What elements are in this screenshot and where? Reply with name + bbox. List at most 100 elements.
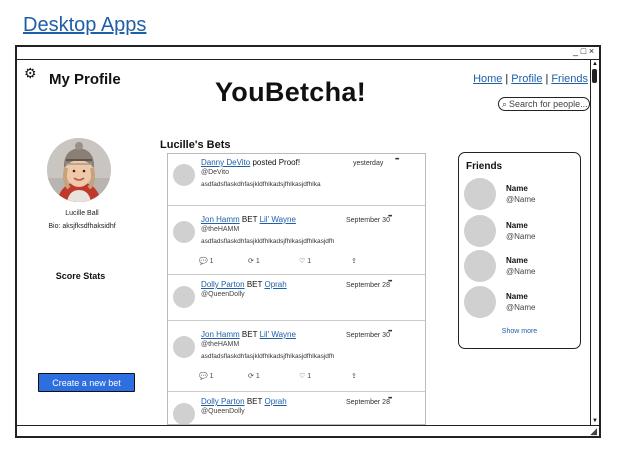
scroll-down-icon[interactable]: ▼ — [592, 418, 598, 424]
window-controls: _ □ × — [572, 46, 596, 56]
bet-verb: BET — [246, 280, 263, 289]
nav-link-home[interactable]: Home — [473, 73, 502, 85]
bet-headline: Jon Hamm BET Lil' Wayne — [201, 330, 296, 339]
share-icon[interactable]: ⇪ — [351, 372, 357, 380]
bet-user-link[interactable]: Dolly Parton — [201, 280, 245, 289]
friend-name: Name — [506, 292, 528, 301]
profile-avatar[interactable] — [47, 138, 111, 202]
create-bet-button[interactable]: Create a new bet — [38, 373, 135, 392]
bet-user-link[interactable]: Jon Hamm — [201, 215, 240, 224]
profile-heading: My Profile — [49, 71, 121, 88]
friend-avatar[interactable] — [464, 250, 496, 282]
friend-avatar[interactable] — [464, 286, 496, 318]
comment-icon: 💬 — [199, 373, 208, 380]
search-placeholder: Search for people... — [509, 99, 588, 109]
bet-user-handle: @DeVito — [201, 169, 229, 176]
friend-name: Name — [506, 256, 528, 265]
like-count: 1 — [307, 258, 312, 265]
like-action[interactable]: ♡ 1 — [299, 372, 311, 380]
resize-grip-icon[interactable]: ◢ — [590, 426, 597, 437]
profile-bio: Bio: aksjfksdfhaksidhf — [48, 223, 116, 230]
bet-item[interactable]: Danny DeVito posted Proof! @DeVito asdfad… — [168, 154, 425, 206]
app-logo: YouBetcha! — [215, 77, 367, 107]
comment-action[interactable]: 💬 1 — [199, 257, 214, 265]
friend-handle: @Name — [506, 195, 536, 204]
close-icon[interactable]: × — [588, 46, 596, 56]
comment-action[interactable]: 💬 1 — [199, 372, 214, 380]
bet-headline: Dolly Parton BET Oprah — [201, 397, 287, 406]
bet-date: September 30 — [346, 332, 390, 339]
bet-user-avatar[interactable] — [173, 336, 195, 358]
friend-name: Name — [506, 184, 528, 193]
search-input[interactable]: ⌕ Search for people... — [498, 97, 590, 111]
maximize-icon[interactable]: □ — [580, 46, 588, 56]
nav-link-friends[interactable]: Friends — [551, 73, 588, 85]
profile-name: Lucille Ball — [65, 210, 99, 217]
bet-verb: BET — [246, 397, 263, 406]
bet-user-link[interactable]: Jon Hamm — [201, 330, 240, 339]
repost-action[interactable]: ⟳ 1 — [248, 257, 260, 265]
bet-item[interactable]: Dolly Parton BET Oprah @QueenDolly Septemb… — [168, 393, 425, 424]
nav-separator: | — [505, 73, 509, 85]
friend-item[interactable]: Name @Name — [464, 178, 574, 212]
like-count: 1 — [307, 373, 312, 380]
minimize-icon[interactable]: _ — [572, 46, 580, 56]
score-stats-heading: Score Stats — [55, 271, 106, 281]
bet-user-avatar[interactable] — [173, 221, 195, 243]
bet-target-link[interactable]: Lil' Wayne — [260, 330, 296, 339]
bet-verb: BET — [241, 215, 258, 224]
search-icon: ⌕ — [502, 98, 508, 109]
bet-headline: Jon Hamm BET Lil' Wayne — [201, 215, 296, 224]
window-titlebar: _ □ × — [17, 46, 599, 60]
bet-item[interactable]: Jon Hamm BET Lil' Wayne @theHAMM asdfadsfl… — [168, 322, 425, 392]
friend-item[interactable]: Name @Name — [464, 286, 574, 320]
nav-link-profile[interactable]: Profile — [511, 73, 542, 85]
show-more-link[interactable]: Show more — [459, 328, 580, 335]
like-action[interactable]: ♡ 1 — [299, 257, 311, 265]
bet-user-avatar[interactable] — [173, 403, 195, 424]
bet-text: asdfadsflaskdhfasjkldfhlkadsjfhlkasjdfhl… — [201, 238, 335, 245]
heart-icon: ♡ — [299, 373, 306, 380]
page-title[interactable]: Desktop Apps — [23, 14, 146, 37]
comment-icon: 💬 — [199, 258, 208, 265]
bet-text: asdfadsflaskdhfasjkldfhlkadsjfhlkasjdfhl… — [201, 181, 321, 188]
bet-item[interactable]: Jon Hamm BET Lil' Wayne @theHAMM asdfadsfl… — [168, 207, 425, 275]
scrollbar-thumb[interactable] — [592, 69, 597, 83]
scroll-up-icon[interactable]: ▲ — [592, 61, 598, 67]
more-options-icon[interactable]: ••• — [395, 157, 399, 163]
bet-user-avatar[interactable] — [173, 164, 195, 186]
profile-photo — [47, 138, 111, 202]
repost-action[interactable]: ⟳ 1 — [248, 372, 260, 380]
repost-icon: ⟳ — [248, 258, 254, 265]
more-options-icon[interactable]: ••• — [388, 396, 392, 402]
friend-handle: @Name — [506, 232, 536, 241]
gear-icon[interactable]: ⚙ — [24, 65, 37, 82]
bet-text: asdfadsflaskdhfasjkldfhlkadsjfhlkasjdfhl… — [201, 353, 335, 360]
friends-panel: Friends Show more Name @Name Name @Name Name… — [458, 152, 581, 349]
bet-user-handle: @theHAMM — [201, 226, 240, 233]
bet-user-avatar[interactable] — [173, 286, 195, 308]
friend-avatar[interactable] — [464, 215, 496, 247]
bet-user-link[interactable]: Dolly Parton — [201, 397, 245, 406]
bet-target-link[interactable]: Oprah — [264, 280, 286, 289]
friend-avatar[interactable] — [464, 178, 496, 210]
bet-date: September 30 — [346, 217, 390, 224]
window-statusbar: ◢ — [17, 425, 599, 436]
app-window: _ □ × ▲ ▼ ◢ ⚙ My Profile YouBetcha! Home | P… — [15, 45, 601, 438]
bets-feed[interactable]: Danny DeVito posted Proof! @DeVito asdfad… — [167, 153, 426, 425]
friend-item[interactable]: Name @Name — [464, 215, 574, 249]
bet-target-link[interactable]: Lil' Wayne — [260, 215, 296, 224]
more-options-icon[interactable]: ••• — [388, 279, 392, 285]
more-options-icon[interactable]: ••• — [388, 214, 392, 220]
vertical-scrollbar[interactable]: ▲ ▼ — [590, 60, 599, 425]
bet-verb: BET — [241, 330, 258, 339]
bet-verb: posted Proof! — [252, 158, 301, 167]
share-icon[interactable]: ⇪ — [351, 257, 357, 265]
bet-target-link[interactable]: Oprah — [264, 397, 286, 406]
bet-headline: Dolly Parton BET Oprah — [201, 280, 287, 289]
friend-item[interactable]: Name @Name — [464, 250, 574, 284]
bet-user-link[interactable]: Danny DeVito — [201, 158, 250, 167]
nav-separator: | — [545, 73, 549, 85]
more-options-icon[interactable]: ••• — [388, 329, 392, 335]
bet-item[interactable]: Dolly Parton BET Oprah @QueenDolly Septemb… — [168, 276, 425, 321]
